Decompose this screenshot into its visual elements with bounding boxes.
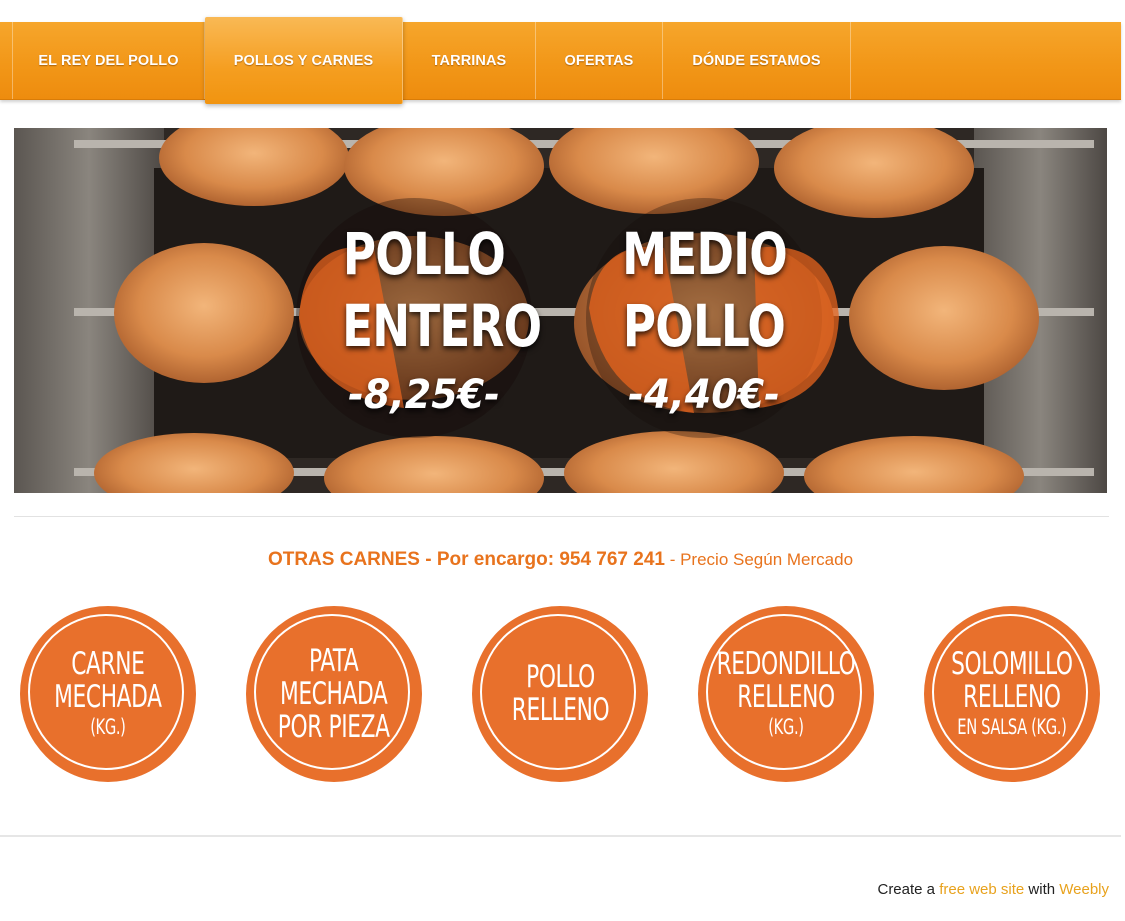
product-line: Carne: [71, 646, 145, 682]
weebly-link[interactable]: Weebly: [1059, 881, 1109, 898]
product-line: Solomillo: [951, 646, 1073, 682]
product-line: Pollo: [525, 659, 595, 695]
product-line: Pata: [309, 642, 359, 679]
hero-right-price: -4,40€-: [628, 372, 780, 418]
nav-item-tarrinas[interactable]: TARRINAS: [403, 22, 536, 99]
product-circles: Carne Mechada (kg.) Pata Mechada por Pie…: [0, 606, 1121, 782]
rotisserie-photo: [14, 128, 1107, 493]
product-pollo-relleno[interactable]: Pollo Relleno: [472, 606, 648, 782]
nav-item-donde-estamos[interactable]: DÓNDE ESTAMOS: [663, 22, 851, 99]
otras-carnes-subtitle: - Precio Según Mercado: [664, 550, 854, 569]
otras-carnes-heading: OTRAS CARNES - Por encargo: 954 767 241 …: [0, 549, 1121, 571]
nav-left-edge: [0, 22, 13, 99]
product-line: Relleno: [737, 679, 835, 715]
nav-filler: [851, 22, 1121, 99]
nav-item-el-rey-del-pollo[interactable]: EL REY DEL POLLO: [13, 22, 205, 99]
product-label: Carne Mechada (kg.): [54, 646, 162, 740]
hero-right-line2: POLLO: [622, 292, 786, 360]
otras-carnes-title: OTRAS CARNES - Por encargo: 954 767 241: [267, 549, 665, 570]
product-line: Redondillo: [716, 646, 856, 682]
product-label: Pollo Relleno: [511, 659, 609, 728]
product-line: Mechada: [280, 675, 388, 712]
product-line: Relleno: [963, 679, 1061, 715]
product-line: Mechada: [54, 679, 162, 715]
nav-item-pollos-y-carnes[interactable]: POLLOS Y CARNES: [205, 17, 403, 104]
product-label: Pata Mechada por Pieza: [278, 642, 390, 745]
hero-medio-pollo: MEDIO POLLO -4,40€-: [599, 218, 809, 420]
product-unit: en Salsa (kg.): [957, 715, 1067, 739]
product-unit: (kg.): [90, 715, 126, 739]
weebly-credit: Create a free web site with Weebly: [877, 881, 1109, 898]
product-pata-mechada[interactable]: Pata Mechada por Pieza: [246, 606, 422, 782]
product-label: Redondillo Relleno (kg.): [717, 648, 856, 740]
free-web-site-link[interactable]: free web site: [939, 881, 1024, 898]
footer-divider: [0, 835, 1121, 837]
hero-left-line1: POLLO: [342, 220, 506, 288]
section-divider: [14, 516, 1109, 517]
product-line: Relleno: [511, 692, 609, 728]
product-unit: (kg.): [768, 715, 804, 739]
hero-banner: POLLO ENTERO -8,25€- MEDIO POLLO -4,40€-: [14, 128, 1107, 493]
hero-right-line1: MEDIO: [622, 220, 788, 288]
credit-prefix: Create a: [877, 881, 940, 898]
product-carne-mechada[interactable]: Carne Mechada (kg.): [20, 606, 196, 782]
hero-pollo-entero: POLLO ENTERO -8,25€-: [319, 218, 542, 420]
main-navigation: EL REY DEL POLLO POLLOS Y CARNES TARRINA…: [0, 17, 1121, 104]
product-solomillo-relleno[interactable]: Solomillo Relleno en Salsa (kg.): [924, 606, 1100, 782]
hero-left-price: -8,25€-: [348, 372, 500, 418]
hero-left-line2: ENTERO: [342, 292, 542, 360]
product-label: Solomillo Relleno en Salsa (kg.): [951, 646, 1073, 740]
credit-mid: with: [1024, 881, 1060, 898]
product-line: por Pieza: [278, 708, 390, 745]
nav-item-ofertas[interactable]: OFERTAS: [536, 22, 663, 99]
product-redondillo-relleno[interactable]: Redondillo Relleno (kg.): [698, 606, 874, 782]
